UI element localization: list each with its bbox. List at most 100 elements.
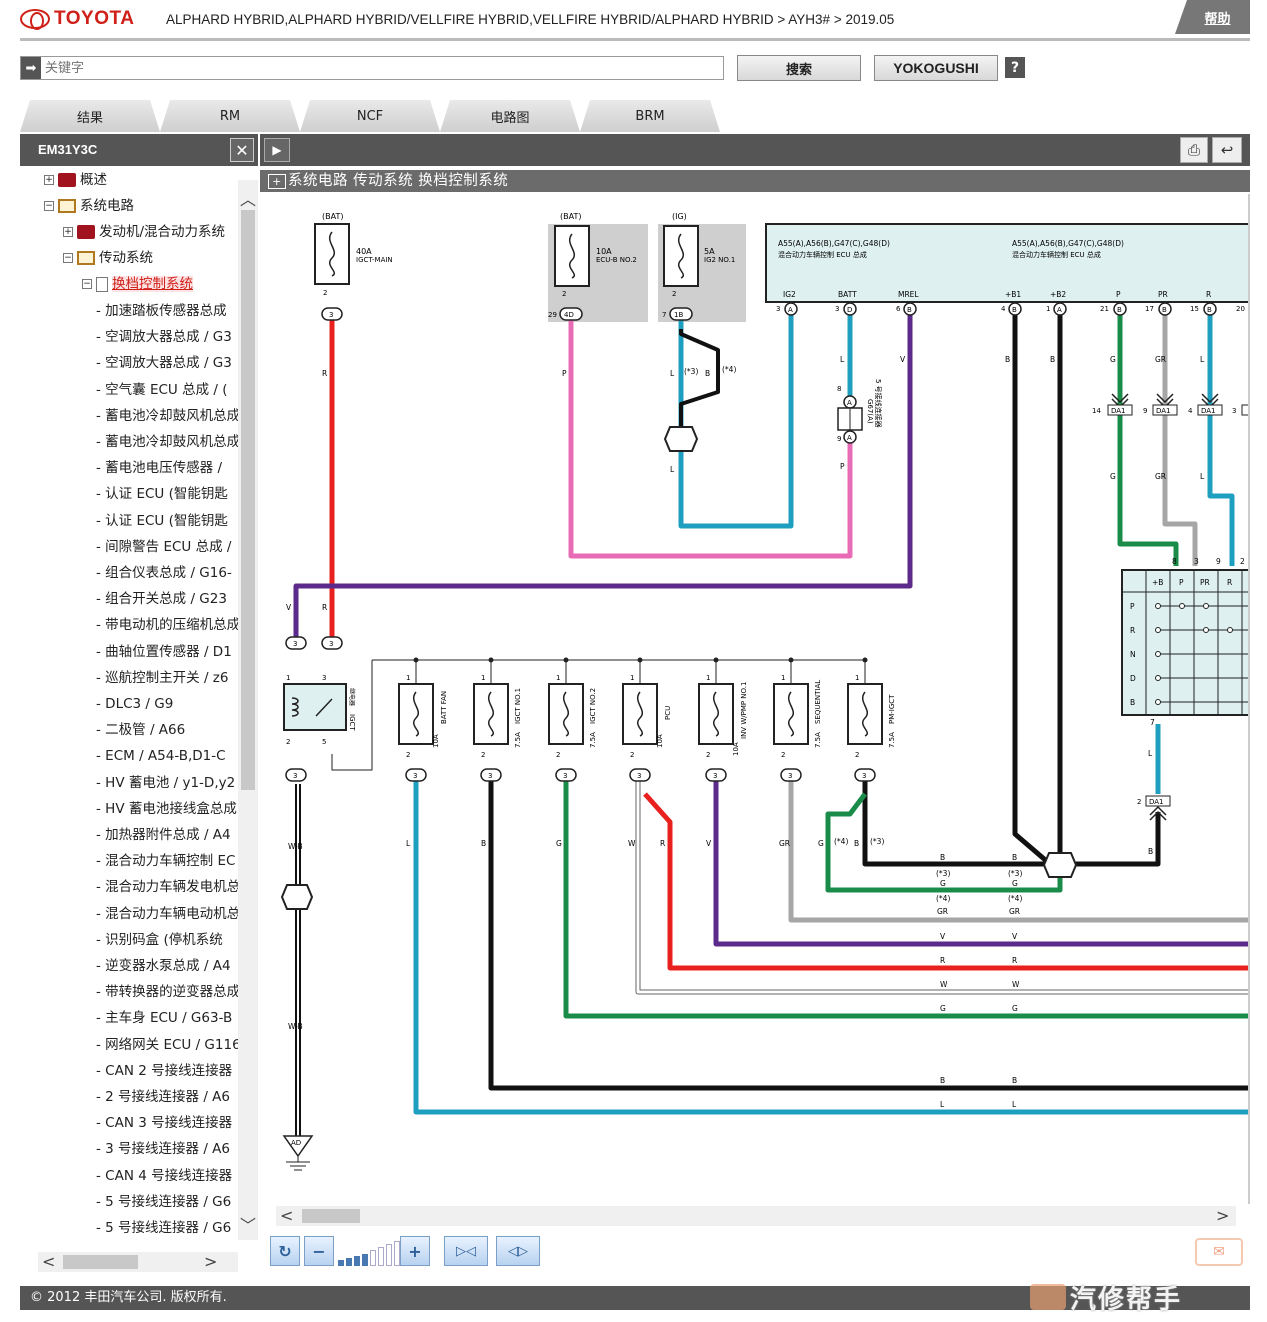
leaf-label: 组合仪表总成 / G16- xyxy=(105,565,232,581)
leaf-label: 巡航控制主开关 / z6 xyxy=(105,669,229,686)
tree-node-overview[interactable]: + 概述 xyxy=(44,170,107,190)
tree-leaf-item[interactable]: - 5 号接线连接器 / G6 xyxy=(96,1218,231,1238)
tree-leaf-item[interactable]: - ECM / A54-B,D1-C xyxy=(96,746,226,766)
svg-text:+B: +B xyxy=(1152,578,1163,587)
tree-leaf-item[interactable]: - 空气囊 ECU 总成 / ( xyxy=(96,380,228,400)
help-question-icon[interactable]: ? xyxy=(1005,57,1025,78)
tab-wiring-diagram[interactable]: 电路图 xyxy=(440,100,580,132)
tab-brm[interactable]: BRM xyxy=(580,100,720,132)
leaf-label: 空调放大器总成 / G3 xyxy=(105,329,232,346)
svg-text:(*4): (*4) xyxy=(722,365,736,374)
expand-icon[interactable]: + xyxy=(44,175,54,185)
close-panel-button[interactable]: ✕ xyxy=(230,138,254,162)
tree-leaf-item[interactable]: - 混合动力车辆电动机总 xyxy=(96,904,238,924)
tree-leaf-item[interactable]: - DLC3 / G9 xyxy=(96,694,173,714)
leaf-bullet: - xyxy=(96,591,106,608)
tree-node-system-circuits[interactable]: − 系统电路 xyxy=(44,196,134,216)
tree-leaf-item[interactable]: - 3 号接线连接器 / A6 xyxy=(96,1139,230,1159)
collapse-icon[interactable]: − xyxy=(44,201,54,211)
tree-leaf-item[interactable]: - CAN 3 号接线连接器 xyxy=(96,1113,232,1133)
expand-box-icon[interactable]: + xyxy=(268,173,286,189)
tree-leaf-item[interactable]: - 主车身 ECU / G63-B xyxy=(96,1008,232,1028)
leaf-bullet: - xyxy=(96,1115,106,1132)
tree-leaf-item[interactable]: - 认证 ECU (智能钥匙 xyxy=(96,484,228,504)
svg-text:V: V xyxy=(1012,932,1018,941)
svg-text:IGCT: IGCT xyxy=(348,714,356,731)
back-icon[interactable]: ↩ xyxy=(1212,137,1242,163)
tree-leaf-item[interactable]: - 2 号接线连接器 / A6 xyxy=(96,1087,230,1107)
tree-leaf-item[interactable]: - 5 号接线连接器 / G6 xyxy=(96,1192,231,1212)
leaf-label: 混合动力车辆控制 EC xyxy=(105,853,236,870)
tree-leaf-item[interactable]: - 加速踏板传感器总成 xyxy=(96,301,227,321)
svg-text:3: 3 xyxy=(713,772,717,780)
tree-leaf-item[interactable]: - 二极管 / A66 xyxy=(96,720,185,740)
scroll-left-icon[interactable]: < xyxy=(280,1206,293,1225)
tree-node-shift-control[interactable]: − 换档控制系统 xyxy=(82,274,193,294)
tree-leaf-item[interactable]: - 混合动力车辆控制 EC xyxy=(96,851,235,871)
tree-leaf-item[interactable]: - 间隙警告 ECU 总成 / xyxy=(96,537,231,557)
svg-text:A: A xyxy=(847,434,852,442)
collapse-icon[interactable]: − xyxy=(63,253,73,263)
tree-leaf-item[interactable]: - 空调放大器总成 / G3 xyxy=(96,327,232,347)
tree-leaf-item[interactable]: - 带转换器的逆变器总成 xyxy=(96,982,238,1002)
tree-leaf-item[interactable]: - 逆变器水泵总成 / A4 xyxy=(96,956,231,976)
yokogushi-button[interactable]: YOKOGUSHI xyxy=(874,55,998,81)
tree-leaf-item[interactable]: - CAN 4 号接线连接器 xyxy=(96,1166,232,1186)
scroll-thumb[interactable] xyxy=(241,210,255,790)
tab-ncf[interactable]: NCF xyxy=(300,100,440,132)
scroll-thumb[interactable] xyxy=(302,1209,360,1223)
expand-icon[interactable]: + xyxy=(63,227,73,237)
tree-node-drivetrain[interactable]: − 传动系统 xyxy=(63,248,153,268)
zoom-in-icon[interactable]: + xyxy=(400,1236,430,1266)
expand-panel-button[interactable]: ▶ xyxy=(264,138,290,162)
tree-leaf-item[interactable]: - CAN 2 号接线连接器 xyxy=(96,1061,232,1081)
tree-leaf-item[interactable]: - 加热器附件总成 / A4 xyxy=(96,825,231,845)
tree-leaf-item[interactable]: - 蓄电池电压传感器 / xyxy=(96,458,222,478)
search-button[interactable]: 搜索 xyxy=(737,55,861,81)
scroll-down-icon[interactable]: ﹀ xyxy=(240,1212,256,1236)
svg-text:L: L xyxy=(670,369,675,378)
fit-width-icon[interactable]: ▷◁ xyxy=(444,1236,488,1266)
leaf-bullet: - xyxy=(96,565,106,581)
diagram-horizontal-scrollbar[interactable] xyxy=(276,1206,1236,1226)
search-input[interactable] xyxy=(41,58,711,78)
tree-leaf-item[interactable]: - 空调放大器总成 / G3 xyxy=(96,353,232,373)
tree-leaf-item[interactable]: - 巡航控制主开关 / z6 xyxy=(96,668,228,688)
refresh-icon[interactable]: ↻ xyxy=(270,1236,300,1266)
tree-leaf-item[interactable]: - 曲轴位置传感器 / D1 xyxy=(96,642,232,662)
zoom-out-icon[interactable]: − xyxy=(304,1236,334,1266)
svg-text:20: 20 xyxy=(1236,305,1245,313)
tree-leaf-item[interactable]: - HV 蓄电池接线盒总成 xyxy=(96,799,237,819)
tree-leaf-item[interactable]: - 识别码盒 (停机系统 xyxy=(96,930,223,950)
tab-results[interactable]: 结果 xyxy=(20,100,160,132)
svg-text:(IG): (IG) xyxy=(672,212,687,221)
wiring-diagram[interactable]: (BAT) 40A IGCT-MAIN 2 (BAT) 10A ECU-B NO… xyxy=(260,194,1250,1204)
tree-leaf-item[interactable]: - 认证 ECU (智能钥匙 xyxy=(96,511,228,531)
svg-text:1: 1 xyxy=(481,674,485,682)
tree-leaf-item[interactable]: - 混合动力车辆发电机总 xyxy=(96,877,238,897)
feedback-chat-icon[interactable]: ✉ xyxy=(1195,1238,1243,1266)
scroll-up-icon[interactable]: ︿ xyxy=(240,186,256,210)
scroll-thumb[interactable] xyxy=(63,1255,138,1269)
tree-leaf-item[interactable]: - HV 蓄电池 / y1-D,y2 xyxy=(96,773,235,793)
tree-leaf-item[interactable]: - 组合仪表总成 / G16- xyxy=(96,563,232,583)
svg-text:+B2: +B2 xyxy=(1050,290,1066,299)
tree-leaf-item[interactable]: - 网络网关 ECU / G116 xyxy=(96,1035,238,1055)
tree-vertical-scrollbar[interactable] xyxy=(238,180,258,1240)
search-arrow-icon[interactable]: ➡ xyxy=(21,57,41,79)
tree-leaf-item[interactable]: - 蓄电池冷却鼓风机总成 xyxy=(96,432,238,452)
expand-width-icon[interactable]: ◁▷ xyxy=(496,1236,540,1266)
tree-leaf-item[interactable]: - 组合开关总成 / G23 xyxy=(96,589,227,609)
tree-node-engine-hybrid[interactable]: + 发动机/混合动力系统 xyxy=(63,222,225,242)
print-icon[interactable]: ⎙ xyxy=(1180,137,1208,163)
collapse-icon[interactable]: − xyxy=(82,279,92,289)
tab-rm[interactable]: RM xyxy=(160,100,300,132)
tree-leaf-item[interactable]: - 带电动机的压缩机总成 xyxy=(96,615,238,635)
tree-leaf-item[interactable]: - 蓄电池冷却鼓风机总成 xyxy=(96,406,238,426)
scroll-left-icon[interactable]: < xyxy=(42,1252,55,1271)
svg-text:3: 3 xyxy=(563,772,567,780)
scroll-right-icon[interactable]: > xyxy=(204,1252,217,1271)
scroll-right-icon[interactable]: > xyxy=(1216,1206,1229,1225)
help-button[interactable]: 帮助 xyxy=(1175,0,1250,34)
search-box: ➡ xyxy=(20,56,724,80)
